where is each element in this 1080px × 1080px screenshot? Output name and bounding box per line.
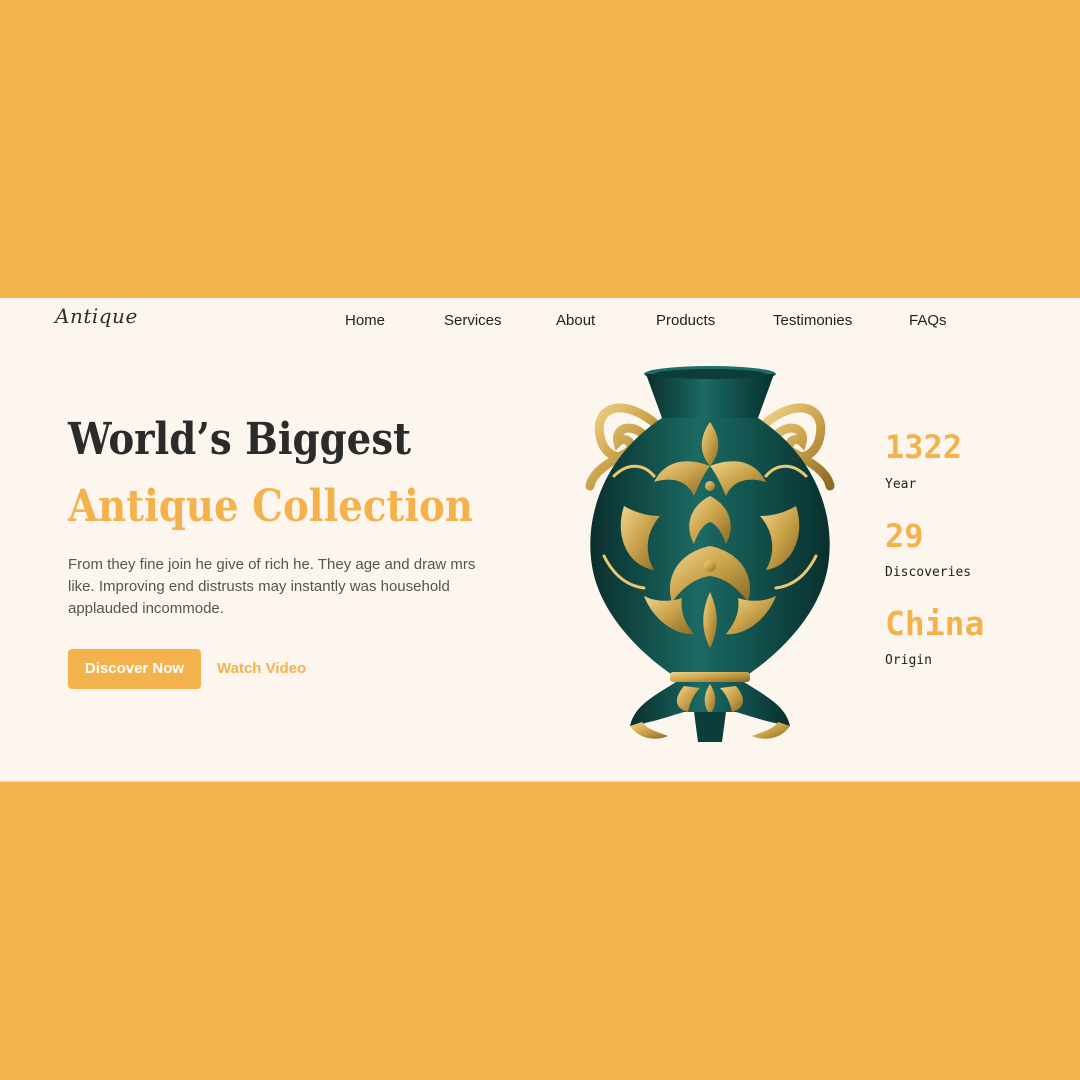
nav-item-testimonies[interactable]: Testimonies (773, 312, 852, 329)
stat-label-origin: Origin (885, 653, 932, 668)
hero-description: From they fine join he give of rich he. … (68, 556, 476, 617)
antique-vase-image (585, 366, 835, 742)
stat-label-year: Year (885, 477, 917, 492)
main-nav: Home Services About Products Testimonies… (0, 312, 1080, 332)
discover-now-button[interactable]: Discover Now (68, 649, 201, 689)
stat-value-origin: China (885, 604, 985, 643)
watch-video-link[interactable]: Watch Video (217, 649, 306, 689)
nav-item-faqs[interactable]: FAQs (909, 312, 947, 329)
stat-value-year: 1322 (885, 428, 963, 466)
nav-item-about[interactable]: About (556, 312, 595, 329)
nav-item-products[interactable]: Products (656, 312, 715, 329)
nav-item-services[interactable]: Services (444, 312, 502, 329)
hero-title-line-1: World’s Biggest (68, 414, 412, 465)
hero-title-line-2: Antique Collection (68, 481, 473, 532)
nav-item-home[interactable]: Home (345, 312, 385, 329)
stat-label-discoveries: Discoveries (885, 565, 972, 580)
stat-value-discoveries: 29 (885, 517, 924, 555)
landing-page-frame: Antique Home Services About Products Tes… (0, 298, 1080, 782)
